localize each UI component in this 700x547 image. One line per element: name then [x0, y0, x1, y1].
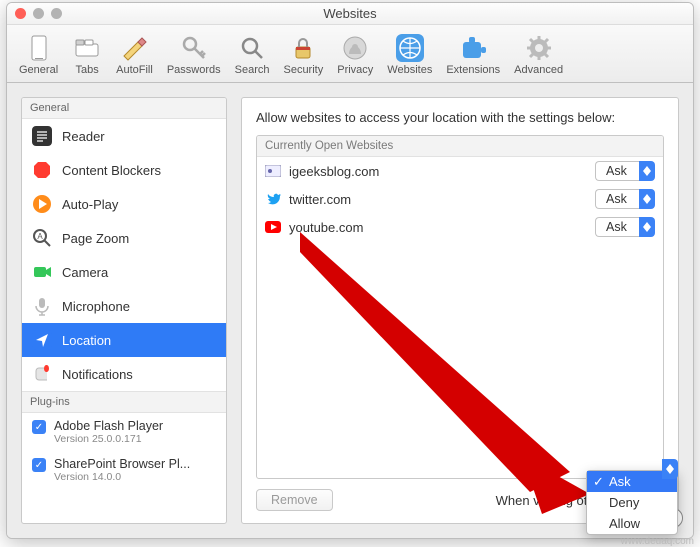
sidebar-item-label: Reader	[62, 129, 105, 144]
window-title: Websites	[323, 6, 376, 21]
toolbar-extensions[interactable]: Extensions	[440, 31, 506, 78]
zoom-icon: A	[32, 228, 52, 248]
notifications-icon	[32, 364, 52, 384]
sidebar-header-plugins: Plug-ins	[22, 391, 226, 413]
remove-button[interactable]: Remove	[256, 489, 333, 511]
gear-icon	[524, 33, 554, 63]
sidebar-item-reader[interactable]: Reader	[22, 119, 226, 153]
location-icon	[32, 330, 52, 350]
watermark: www.deuaq.com	[621, 536, 694, 547]
search-icon	[237, 33, 267, 63]
site-row-youtube[interactable]: youtube.com Ask	[257, 213, 663, 241]
zoom-button[interactable]	[51, 8, 62, 19]
reader-icon	[32, 126, 52, 146]
autofill-icon	[119, 33, 149, 63]
checkbox-icon[interactable]: ✓	[32, 420, 46, 434]
globe-icon	[395, 33, 425, 63]
sites-header: Currently Open Websites	[257, 136, 663, 157]
plugin-item-flash[interactable]: ✓ Adobe Flash Player Version 25.0.0.171	[22, 413, 226, 451]
sidebar-item-content-blockers[interactable]: Content Blockers	[22, 153, 226, 187]
main-heading: Allow websites to access your location w…	[256, 110, 664, 125]
toolbar-autofill[interactable]: AutoFill	[110, 31, 159, 78]
toolbar: General Tabs AutoFill Passwords Search S…	[7, 25, 693, 83]
stepper-arrows-icon	[662, 459, 678, 479]
site-permission-select[interactable]: Ask	[595, 189, 655, 209]
site-name: youtube.com	[289, 220, 587, 235]
sidebar-item-label: Page Zoom	[62, 231, 129, 246]
toolbar-search[interactable]: Search	[229, 31, 276, 78]
sidebar: General Reader Content Blockers Auto-Pla…	[21, 97, 227, 524]
site-name: igeeksblog.com	[289, 164, 587, 179]
plugin-item-sharepoint[interactable]: ✓ SharePoint Browser Pl... Version 14.0.…	[22, 451, 226, 489]
extensions-icon	[458, 33, 488, 63]
privacy-icon	[340, 33, 370, 63]
sidebar-item-label: Microphone	[62, 299, 130, 314]
sidebar-item-label: Location	[62, 333, 111, 348]
play-icon	[32, 194, 52, 214]
stepper-arrows-icon	[639, 161, 655, 181]
sidebar-item-notifications[interactable]: Notifications	[22, 357, 226, 391]
checkbox-icon[interactable]: ✓	[32, 458, 46, 472]
general-icon	[24, 33, 54, 63]
stepper-arrows-icon	[639, 217, 655, 237]
site-favicon	[265, 191, 281, 207]
titlebar: Websites	[7, 3, 693, 25]
site-row-twitter[interactable]: twitter.com Ask	[257, 185, 663, 213]
dropdown-option-allow[interactable]: Allow	[587, 513, 677, 534]
close-button[interactable]	[15, 8, 26, 19]
toolbar-tabs[interactable]: Tabs	[66, 31, 108, 78]
sites-box: Currently Open Websites igeeksblog.com A…	[256, 135, 664, 479]
minimize-button[interactable]	[33, 8, 44, 19]
site-favicon	[265, 163, 281, 179]
key-icon	[179, 33, 209, 63]
main-panel: Allow websites to access your location w…	[241, 97, 679, 524]
toolbar-general[interactable]: General	[13, 31, 64, 78]
site-permission-select[interactable]: Ask	[595, 217, 655, 237]
stop-icon	[32, 160, 52, 180]
sidebar-item-page-zoom[interactable]: A Page Zoom	[22, 221, 226, 255]
sidebar-item-location[interactable]: Location	[22, 323, 226, 357]
plugin-version: Version 14.0.0	[54, 471, 190, 483]
sidebar-item-camera[interactable]: Camera	[22, 255, 226, 289]
plugin-version: Version 25.0.0.171	[54, 433, 163, 445]
plugin-name: SharePoint Browser Pl...	[54, 457, 190, 471]
camera-icon	[32, 262, 52, 282]
toolbar-passwords[interactable]: Passwords	[161, 31, 227, 78]
sidebar-header-general: General	[22, 98, 226, 119]
svg-text:A: A	[37, 232, 43, 241]
sidebar-item-microphone[interactable]: Microphone	[22, 289, 226, 323]
site-name: twitter.com	[289, 192, 587, 207]
tabs-icon	[72, 33, 102, 63]
site-favicon	[265, 219, 281, 235]
traffic-lights	[15, 8, 62, 19]
toolbar-privacy[interactable]: Privacy	[331, 31, 379, 78]
toolbar-advanced[interactable]: Advanced	[508, 31, 569, 78]
stepper-arrows-icon	[639, 189, 655, 209]
sidebar-item-label: Content Blockers	[62, 163, 161, 178]
default-permission-dropdown[interactable]: Ask Deny Allow	[586, 470, 678, 535]
sidebar-item-auto-play[interactable]: Auto-Play	[22, 187, 226, 221]
toolbar-security[interactable]: Security	[277, 31, 329, 78]
toolbar-websites[interactable]: Websites	[381, 31, 438, 78]
site-permission-select[interactable]: Ask	[595, 161, 655, 181]
lock-icon	[288, 33, 318, 63]
dropdown-option-deny[interactable]: Deny	[587, 492, 677, 513]
sidebar-item-label: Auto-Play	[62, 197, 118, 212]
preferences-window: Websites General Tabs AutoFill Passwords…	[6, 2, 694, 539]
plugin-name: Adobe Flash Player	[54, 419, 163, 433]
site-row-igeeksblog[interactable]: igeeksblog.com Ask	[257, 157, 663, 185]
microphone-icon	[32, 296, 52, 316]
sidebar-item-label: Camera	[62, 265, 108, 280]
sidebar-item-label: Notifications	[62, 367, 133, 382]
